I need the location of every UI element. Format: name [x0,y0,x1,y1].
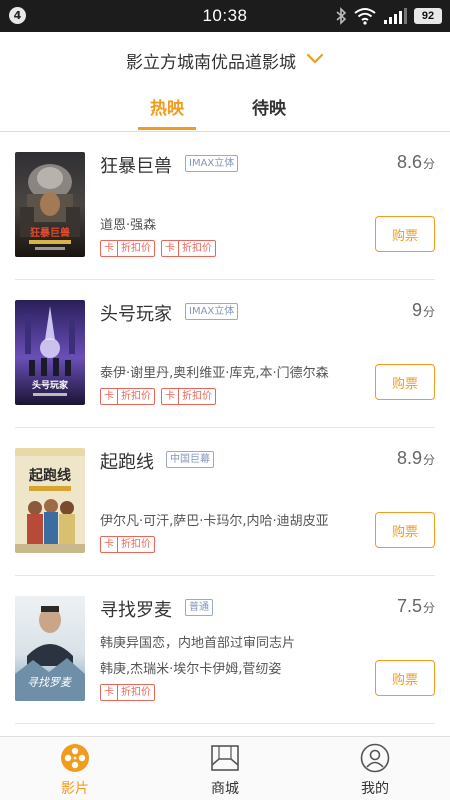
discount-tags: 卡折扣价 [100,684,155,701]
wifi-icon [354,8,376,25]
status-icons: 92 [335,6,442,26]
discount-tag: 卡折扣价 [161,240,216,257]
movie-tagline: 韩庚异国恋，内地首部过审同志片 [100,636,296,651]
score-unit: 分 [422,157,435,171]
movie-score: 8.6分 [397,152,435,173]
score-unit: 分 [422,601,435,615]
movie-poster[interactable]: 头号玩家 [15,300,85,405]
score-unit: 分 [422,453,435,467]
discount-tags: 卡折扣价 卡折扣价 [100,388,216,405]
app-screen: 4 10:38 92 影立方城南优品道影城 热映 待映 狂暴巨兽 狂暴巨兽 IM… [0,0,450,800]
nav-movies[interactable]: 影片 [0,737,150,800]
score-value: 8.9 [396,448,422,468]
movie-score: 7.5分 [397,596,435,617]
buy-ticket-button[interactable]: 购票 [375,216,435,252]
score-value: 9 [411,300,422,320]
discount-tag: 卡折扣价 [161,388,216,405]
discount-tag: 卡折扣价 [100,388,155,405]
format-badge: 普通 [185,599,213,616]
movie-title: 寻找罗麦 [100,600,172,621]
svg-text:寻找罗麦: 寻找罗麦 [27,676,73,689]
bluetooth-icon [336,7,347,25]
buy-ticket-button[interactable]: 购票 [375,364,435,400]
tab-bar: 热映 待映 [0,88,450,132]
movie-title: 狂暴巨兽 [100,156,172,177]
discount-tags: 卡折扣价 卡折扣价 [100,240,216,257]
status-bar: 4 10:38 92 [0,0,450,32]
score-unit: 分 [422,305,435,319]
store-icon [211,745,239,771]
chevron-down-icon [306,53,324,64]
movie-poster[interactable]: 起跑线 [15,448,85,553]
movie-cast: 泰伊·谢里丹,奥利维亚·库克,本·门德尔森 [100,366,329,381]
nav-label: 我的 [361,781,389,797]
movie-item[interactable]: 寻找罗麦 寻找罗麦 普通 7.5分 韩庚异国恋，内地首部过审同志片 韩庚,杰瑞米… [0,576,450,724]
movie-cast: 道恩·强森 [100,218,157,233]
svg-text:狂暴巨兽: 狂暴巨兽 [30,226,70,239]
movie-cast: 伊尔凡·可汗,萨巴·卡玛尔,内哈·迪胡皮亚 [100,514,329,529]
score-value: 8.6 [396,152,422,172]
movie-item[interactable]: 头号玩家 头号玩家 IMAX立体 9分 泰伊·谢里丹,奥利维亚·库克,本·门德尔… [0,280,450,428]
movie-poster[interactable]: 寻找罗麦 [15,596,85,701]
signal-icon [384,8,407,24]
discount-tag: 卡折扣价 [100,240,155,257]
movie-score: 9分 [412,300,435,321]
svg-text:起跑线: 起跑线 [28,467,71,484]
nav-label: 商城 [211,781,239,797]
format-badge: IMAX立体 [185,155,239,172]
bottom-nav: 影片 商城 我的 [0,736,450,800]
discount-tag: 卡折扣价 [100,684,155,701]
cinema-name: 影立方城南优品道影城 [126,52,296,73]
movie-title: 头号玩家 [100,304,172,325]
buy-ticket-button[interactable]: 购票 [375,512,435,548]
movie-cast: 韩庚,杰瑞米·埃尔卡伊姆,菅纫姿 [100,662,282,677]
tab-coming-soon[interactable]: 待映 [240,94,298,132]
movie-item[interactable]: 起跑线 起跑线 中国巨幕 8.9分 伊尔凡·可汗,萨巴·卡玛尔,内哈·迪胡皮亚 … [0,428,450,576]
svg-text:头号玩家: 头号玩家 [32,379,69,391]
battery-icon: 92 [414,8,442,24]
score-value: 7.5 [396,596,422,616]
format-badge: IMAX立体 [185,303,239,320]
movie-item[interactable]: 狂暴巨兽 狂暴巨兽 IMAX立体 8.6分 道恩·强森 卡折扣价 卡折扣价 购票 [0,132,450,280]
movie-poster[interactable]: 狂暴巨兽 [15,152,85,257]
nav-profile[interactable]: 我的 [300,737,450,800]
buy-ticket-button[interactable]: 购票 [375,660,435,696]
discount-tag: 卡折扣价 [100,536,155,553]
nav-label: 影片 [61,781,89,797]
active-tab-indicator [138,127,196,130]
film-reel-icon [61,744,89,772]
movie-title: 起跑线 [100,452,154,473]
profile-icon [360,743,390,773]
movie-score: 8.9分 [397,448,435,469]
cinema-selector[interactable]: 影立方城南优品道影城 [0,32,450,88]
divider [15,723,435,724]
format-badge: 中国巨幕 [166,451,214,468]
nav-store[interactable]: 商城 [150,737,300,800]
discount-tags: 卡折扣价 [100,536,155,553]
